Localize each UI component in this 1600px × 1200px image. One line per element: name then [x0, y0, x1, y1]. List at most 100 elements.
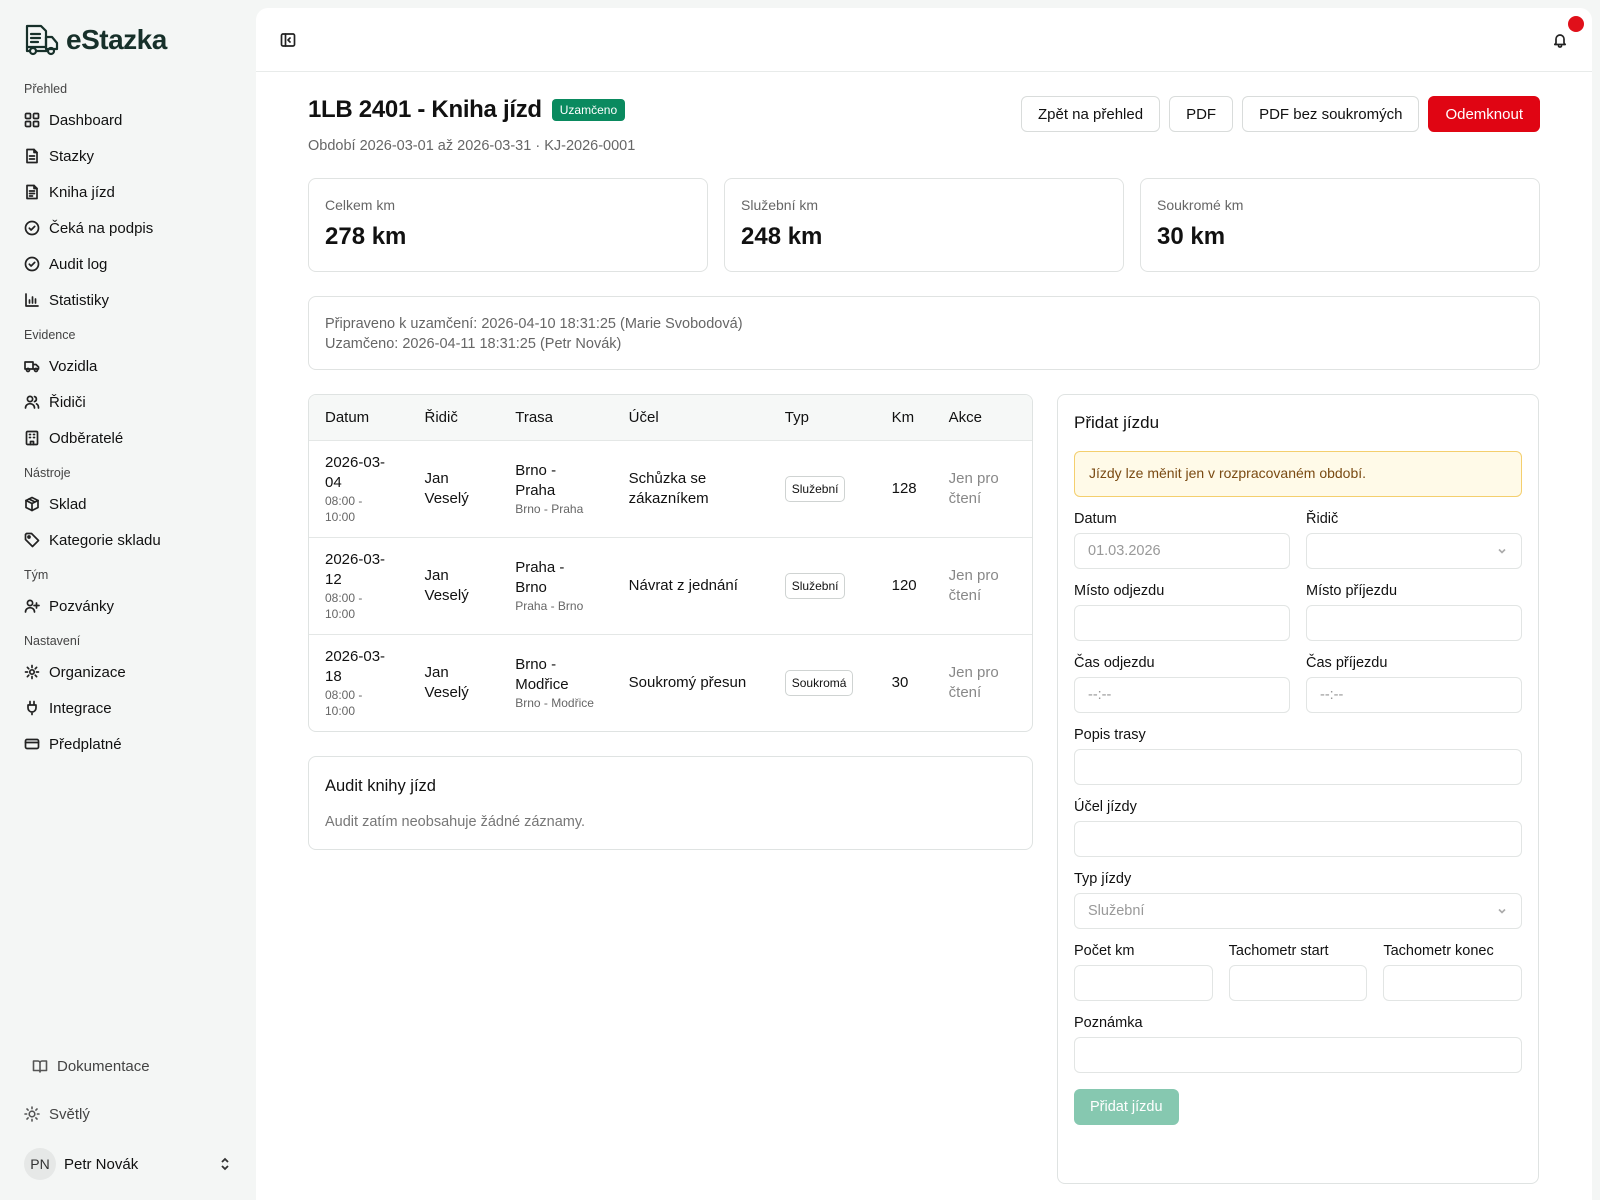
trip-route: Brno - Modřice: [515, 655, 569, 693]
sidebar-item-odberatele[interactable]: Odběratelé: [16, 420, 240, 456]
sidebar-item-label: Předplatné: [49, 735, 122, 753]
trip-time: 08:00 - 10:00: [325, 493, 363, 524]
tag-icon: [24, 532, 40, 548]
sidebar-item-kniha-jizd[interactable]: Kniha jízd: [16, 174, 240, 210]
trip-type-select[interactable]: Služební: [1074, 893, 1522, 929]
driver-select[interactable]: [1306, 533, 1522, 569]
departure-time-input[interactable]: --:--: [1074, 677, 1290, 713]
table-row[interactable]: 2026-03-04 08:00 - 10:00 Jan Veselý Brno …: [309, 439, 1032, 537]
sidebar-item-ceka-na-podpis[interactable]: Čeká na podpis: [16, 210, 240, 246]
from-input[interactable]: [1074, 605, 1290, 641]
nav-group-evidence: Evidence Vozidla Řidiči Odběratelé: [16, 318, 240, 456]
sidebar-item-audit-log[interactable]: Audit log: [16, 246, 240, 282]
sidebar-item-dashboard[interactable]: Dashboard: [16, 102, 240, 138]
sidebar-item-label: Sklad: [49, 495, 87, 513]
sidebar-item-label: Řidiči: [49, 393, 86, 411]
grid-icon: [24, 112, 40, 128]
trip-action: Jen pro čtení: [932, 633, 1032, 731]
pdf-button[interactable]: PDF: [1169, 96, 1234, 132]
back-button[interactable]: Zpět na přehled: [1020, 96, 1161, 132]
page-content: 1LB 2401 - Kniha jízd Uzamčeno Období 20…: [256, 72, 1592, 1184]
package-icon: [25, 496, 39, 512]
add-trip-button[interactable]: Přidat jízdu: [1074, 1089, 1179, 1125]
theme-toggle[interactable]: Světlý: [16, 1094, 240, 1134]
page-header: 1LB 2401 - Kniha jízd Uzamčeno Období 20…: [308, 96, 1540, 178]
trip-type-badge: Služební: [784, 475, 846, 502]
users-icon: [24, 395, 40, 409]
topbar: [256, 8, 1592, 72]
sidebar-item-label: Vozidla: [49, 357, 98, 375]
to-input[interactable]: [1306, 605, 1522, 641]
odometer-end-input[interactable]: [1383, 965, 1522, 1001]
sidebar-item-stazky[interactable]: Stazky: [16, 138, 240, 174]
brand-logo[interactable]: eStazka: [16, 22, 240, 58]
chevron-up-down-icon: [221, 1157, 229, 1171]
trip-time: 08:00 - 10:00: [325, 590, 363, 621]
check-circle-icon: [24, 256, 40, 272]
building-icon: [25, 430, 39, 446]
brand-name: eStazka: [66, 24, 167, 55]
stat-value: 248 km: [741, 223, 823, 250]
km-input[interactable]: [1074, 965, 1213, 1001]
table-row[interactable]: 2026-03-12 08:00 - 10:00 Jan Veselý Praha…: [309, 536, 1032, 634]
trip-driver: Jan Veselý: [408, 536, 500, 634]
nav-group-prehled: Přehled Dashboard Stazky Kniha jízd Čeká…: [16, 72, 240, 318]
trip-purpose-input[interactable]: [1074, 821, 1522, 857]
audit-card: Audit knihy jízd Audit zatím neobsahuje …: [308, 756, 1033, 850]
sidebar-item-kategorie-skladu[interactable]: Kategorie skladu: [16, 522, 240, 558]
nav-group-label: Nástroje: [24, 466, 71, 480]
trip-purpose: Soukromý přesun: [612, 633, 769, 731]
credit-card-icon: [24, 738, 40, 750]
table-row[interactable]: 2026-03-18 08:00 - 10:00 Jan Veselý Brno …: [309, 633, 1032, 731]
sidebar-item-label: Dashboard: [49, 111, 123, 129]
trip-driver: Jan Veselý: [408, 633, 500, 731]
sidebar-item-label: Pozvánky: [49, 597, 115, 615]
trip-type-badge: Soukromá: [784, 669, 854, 696]
odometer-start-input[interactable]: [1228, 965, 1368, 1001]
trip-date: 2026-03-18: [325, 647, 386, 685]
trip-type-value: Služební: [1088, 903, 1145, 919]
sidebar-item-integrace[interactable]: Integrace: [16, 690, 240, 726]
sidebar-item-ridici[interactable]: Řidiči: [16, 384, 240, 420]
sidebar-toggle-button[interactable]: [274, 26, 302, 54]
sidebar-item-sklad[interactable]: Sklad: [16, 486, 240, 522]
nav-group-label: Přehled: [24, 82, 68, 96]
sidebar-item-statistiky[interactable]: Statistiky: [16, 282, 240, 318]
sidebar-item-vozidla[interactable]: Vozidla: [16, 348, 240, 384]
date-input[interactable]: 01.03.2026: [1074, 533, 1290, 569]
nav-group-label: Tým: [24, 568, 49, 582]
user-plus-icon: [24, 599, 40, 613]
check-circle-icon: [24, 220, 40, 236]
sidebar-item-label: Organizace: [49, 663, 126, 681]
column-header[interactable]: Řidič: [409, 395, 500, 440]
from-label: Místo odjezdu: [1074, 583, 1165, 599]
sidebar-item-organizace[interactable]: Organizace: [16, 654, 240, 690]
nav-group-tym: Tým Pozvánky: [16, 558, 240, 624]
sidebar-item-predplatne[interactable]: Předplatné: [16, 726, 240, 762]
note-input[interactable]: [1074, 1037, 1522, 1073]
sidebar-item-label: Odběratelé: [49, 429, 124, 447]
trip-route-sub: Praha - Brno: [515, 598, 584, 613]
trip-route-sub: Brno - Praha: [515, 501, 584, 516]
pdf-without-private-button[interactable]: PDF bez soukromých: [1242, 96, 1420, 132]
stat-card-private: Soukromé km 30 km: [1140, 178, 1540, 272]
trip-route: Praha - Brno: [515, 558, 565, 596]
stat-label: Služební km: [741, 197, 819, 213]
column-header[interactable]: Km: [876, 395, 933, 440]
column-header[interactable]: Datum: [309, 395, 409, 440]
documentation-link[interactable]: Dokumentace: [16, 1046, 240, 1086]
theme-label: Světlý: [49, 1105, 90, 1123]
trips-table: Datum Řidič Trasa Účel Typ Km Akce 2026-…: [308, 394, 1033, 732]
column-header[interactable]: Akce: [933, 395, 1032, 440]
status-badge: Uzamčeno: [551, 99, 626, 121]
route-description-input[interactable]: [1074, 749, 1522, 785]
user-menu[interactable]: PN Petr Novák: [16, 1140, 240, 1188]
lower-section: Datum Řidič Trasa Účel Typ Km Akce 2026-…: [308, 394, 1540, 1184]
column-header[interactable]: Trasa: [499, 395, 612, 440]
sidebar-item-pozvanky[interactable]: Pozvánky: [16, 588, 240, 624]
column-header[interactable]: Typ: [769, 395, 876, 440]
column-header[interactable]: Účel: [613, 395, 769, 440]
unlock-button[interactable]: Odemknout: [1428, 96, 1540, 132]
notifications-button[interactable]: [1546, 15, 1584, 54]
arrival-time-input[interactable]: --:--: [1306, 677, 1522, 713]
